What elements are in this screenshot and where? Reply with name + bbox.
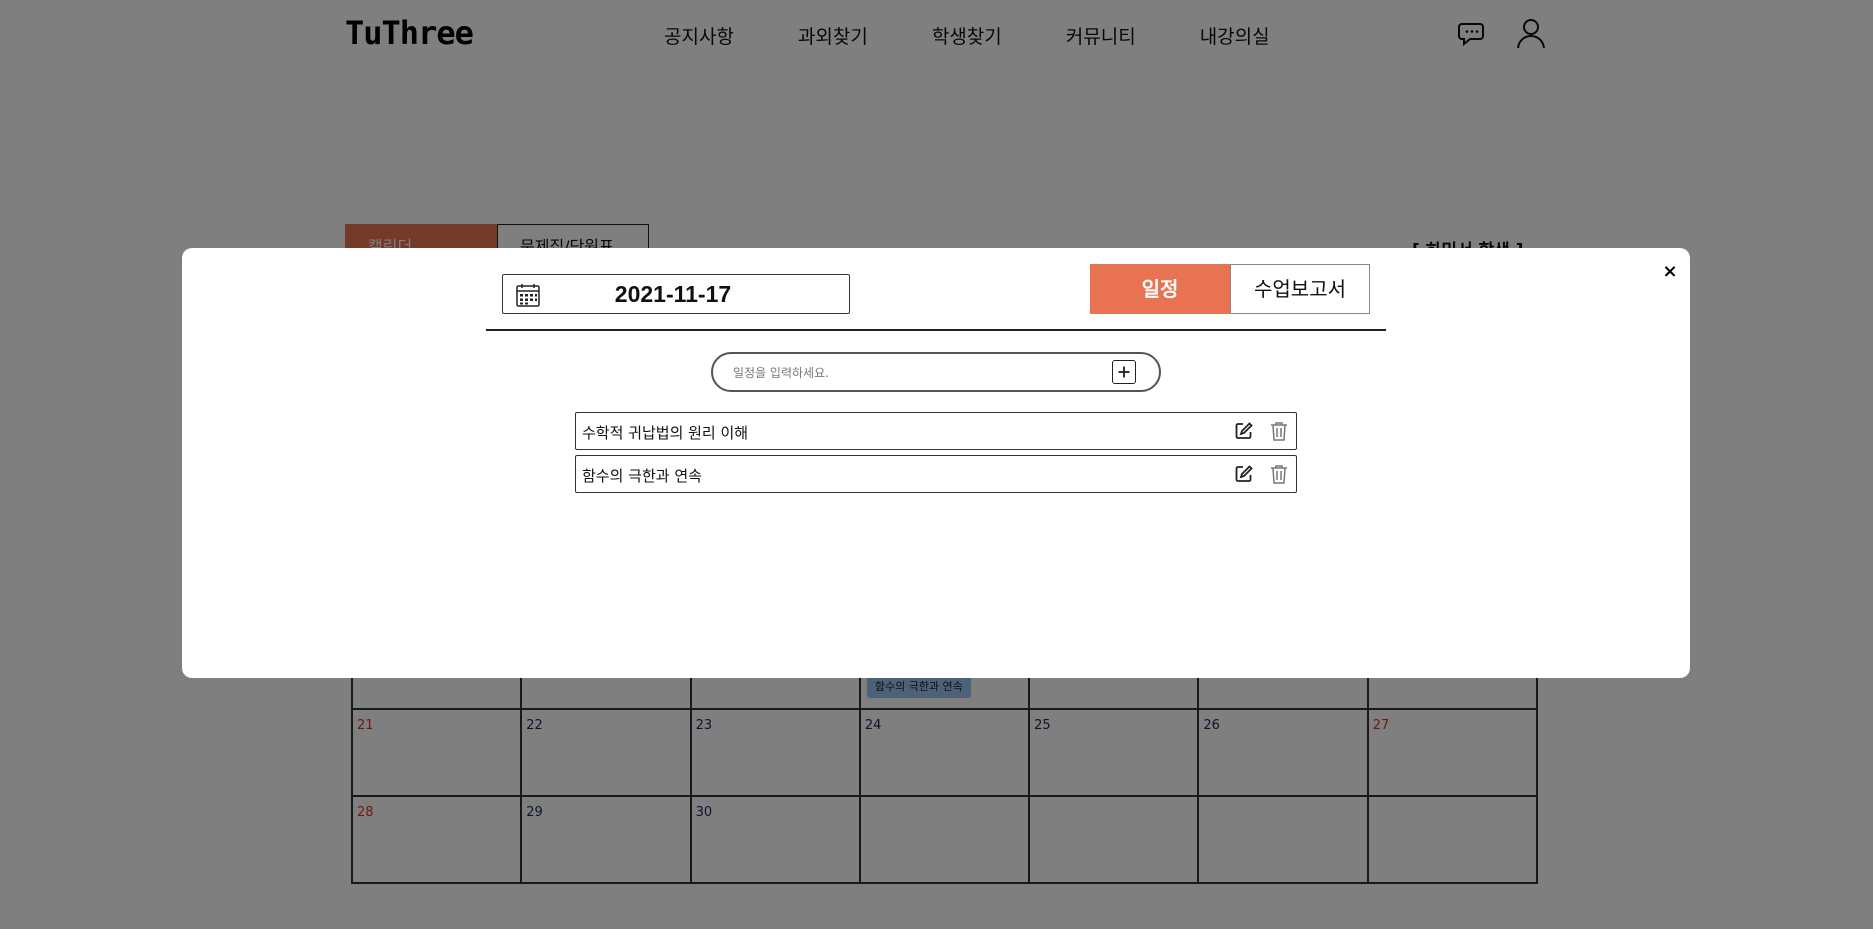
trash-icon[interactable]	[1269, 463, 1289, 485]
calendar-icon[interactable]	[515, 282, 541, 308]
divider	[486, 329, 1386, 331]
schedule-input-box	[711, 352, 1161, 392]
date-picker[interactable]: 2021-11-17	[502, 274, 850, 314]
edit-icon[interactable]	[1234, 421, 1254, 441]
schedule-modal: × 2021-11-17 일정 수업보고서 일정을 입력하세요. 수학적 귀납법…	[182, 248, 1690, 678]
close-button[interactable]: ×	[1658, 260, 1682, 284]
schedule-input[interactable]	[733, 362, 1103, 384]
schedule-list: 수학적 귀납법의 원리 이해 함수의 극한과 연속	[575, 412, 1297, 498]
selected-date: 2021-11-17	[614, 281, 732, 307]
schedule-item: 함수의 극한과 연속	[575, 455, 1297, 493]
schedule-item-text: 수학적 귀납법의 원리 이해	[582, 424, 749, 442]
trash-icon[interactable]	[1269, 420, 1289, 442]
schedule-item: 수학적 귀납법의 원리 이해	[575, 412, 1297, 450]
add-schedule-button[interactable]	[1112, 360, 1136, 384]
tab-lesson-report[interactable]: 수업보고서	[1230, 264, 1370, 314]
schedule-item-text: 함수의 극한과 연속	[582, 467, 702, 485]
modal-tabs: 일정 수업보고서	[1090, 264, 1370, 314]
tab-schedule[interactable]: 일정	[1090, 264, 1230, 314]
edit-icon[interactable]	[1234, 464, 1254, 484]
